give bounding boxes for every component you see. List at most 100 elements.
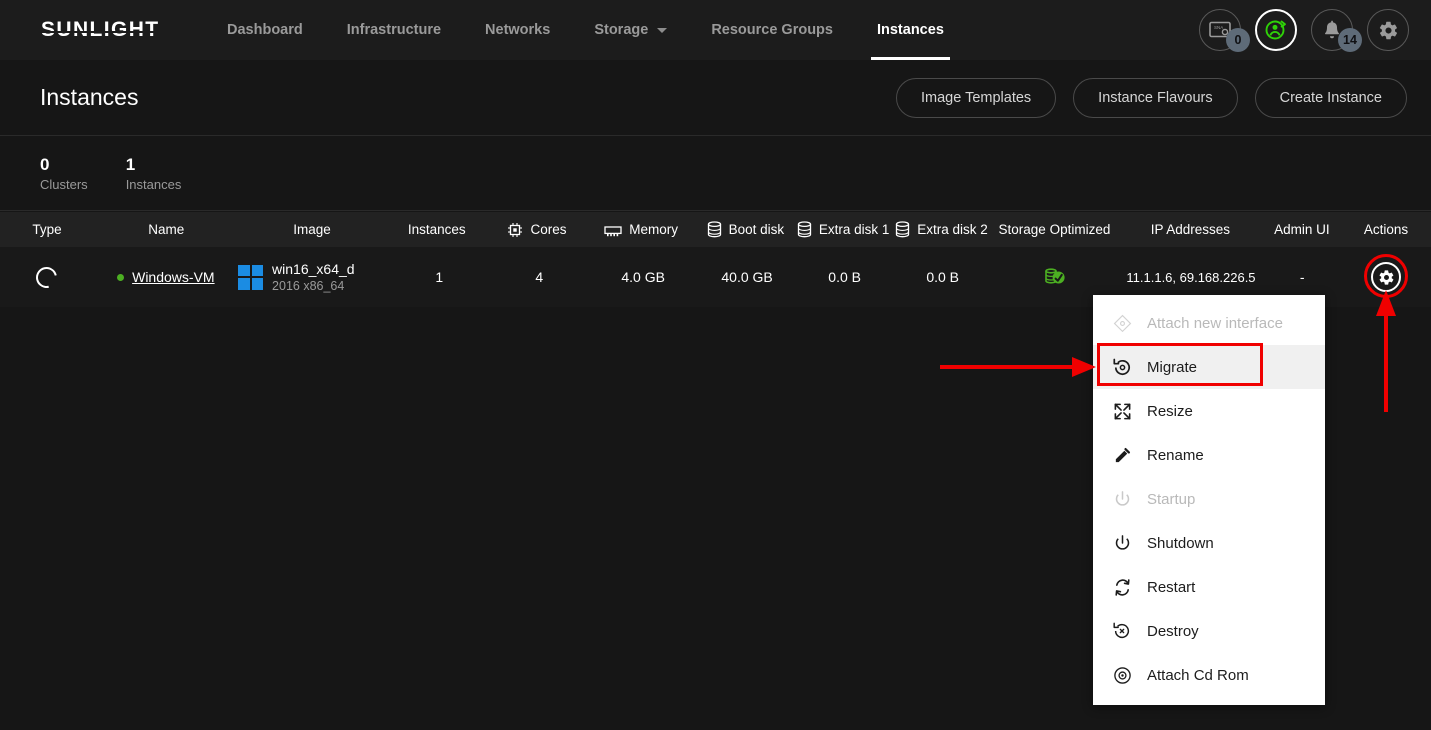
annotation-arrow-vertical (1376, 290, 1396, 412)
image-name: win16_x64_d (272, 260, 355, 277)
column-header-type[interactable]: Type (0, 212, 94, 247)
disk-icon (896, 221, 910, 238)
menu-item-label: Startup (1147, 490, 1196, 508)
menu-item-label: Attach new interface (1147, 314, 1283, 332)
nav-label: Storage (594, 22, 649, 38)
menu-item-label: Attach Cd Rom (1147, 666, 1249, 684)
column-header-name[interactable]: Name (94, 212, 239, 247)
cell-actions (1341, 247, 1431, 307)
logo-text: SUNLIGHT (41, 18, 160, 41)
row-actions-menu: Attach new interface Migrate Resize Rena… (1093, 295, 1325, 705)
column-header-admin-ui[interactable]: Admin UI (1263, 212, 1341, 247)
image-templates-button[interactable]: Image Templates (896, 77, 1057, 118)
column-header-boot-disk[interactable]: Boot disk (696, 212, 794, 247)
column-header-ip-addresses[interactable]: IP Addresses (1118, 212, 1263, 247)
settings-icon-button[interactable] (1367, 9, 1409, 51)
restart-icon (1105, 578, 1139, 597)
cell-extra-disk-2: 0.0 B (926, 269, 960, 285)
nav-item-dashboard[interactable]: Dashboard (205, 0, 325, 60)
instances-page: SUNLIGHT Dashboard Infrastructure Networ… (0, 0, 1431, 730)
cell-memory: 4.0 GB (621, 269, 665, 285)
menu-item-label: Shutdown (1147, 534, 1214, 552)
nav-item-networks[interactable]: Networks (463, 0, 572, 60)
sunlight-logo[interactable]: SUNLIGHT (41, 18, 169, 41)
page-title: Instances (40, 84, 139, 110)
nav-items: Dashboard Infrastructure Networks Storag… (205, 0, 966, 60)
menu-item-label: Migrate (1147, 358, 1198, 376)
column-label: Type (32, 222, 62, 237)
cell-instances: 1 (435, 269, 444, 285)
nav-item-instances[interactable]: Instances (855, 0, 966, 60)
instance-name-link[interactable]: Windows-VM (132, 269, 214, 285)
column-label: Cores (530, 222, 567, 237)
column-label: Actions (1363, 222, 1409, 237)
row-actions-gear-button[interactable] (1371, 262, 1402, 292)
status-badge (117, 273, 125, 281)
nav-label: Infrastructure (346, 22, 442, 38)
column-label: Instances (407, 222, 466, 237)
svg-text:SNA: SNA (1214, 25, 1223, 30)
column-label: IP Addresses (1150, 222, 1231, 237)
column-header-extra-disk-1[interactable]: Extra disk 1 (794, 212, 892, 247)
column-header-memory[interactable]: Memory (586, 212, 697, 247)
instance-flavours-button[interactable]: Instance Flavours (1073, 77, 1238, 118)
column-header-extra-disk-2[interactable]: Extra disk 2 (892, 212, 991, 247)
column-header-image[interactable]: Image (239, 212, 386, 247)
column-label: Admin UI (1274, 222, 1330, 237)
menu-item-shutdown[interactable]: Shutdown (1093, 521, 1325, 565)
nav-label: Resource Groups (711, 22, 833, 38)
windows-logo-icon (238, 264, 264, 290)
menu-item-destroy[interactable]: Destroy (1093, 609, 1325, 653)
cell-extra-disk-1: 0.0 B (828, 269, 861, 285)
menu-item-label: Restart (1147, 578, 1196, 596)
power-icon (1105, 490, 1139, 509)
disk-icon (707, 221, 721, 238)
nav-item-resource-groups[interactable]: Resource Groups (689, 0, 855, 60)
column-header-cores[interactable]: Cores (488, 212, 586, 247)
destroy-icon (1105, 621, 1139, 641)
pencil-icon (1105, 446, 1139, 465)
column-header-instances[interactable]: Instances (385, 212, 488, 247)
cdrom-icon (1105, 666, 1139, 685)
power-icon (1105, 534, 1139, 553)
column-label: Extra disk 1 (818, 222, 890, 237)
column-header-storage-optimized[interactable]: Storage Optimized (991, 212, 1118, 247)
column-label: Memory (629, 222, 679, 237)
stat-label: Instances (125, 176, 182, 192)
notifications-icon-button[interactable]: 14 (1311, 9, 1362, 52)
bottom-bar (0, 708, 1431, 730)
menu-item-attach-cd-rom[interactable]: Attach Cd Rom (1093, 653, 1325, 697)
menu-item-startup[interactable]: Startup (1093, 477, 1325, 521)
attach-interface-icon (1105, 314, 1139, 333)
chevron-down-icon (657, 27, 668, 33)
column-label: Extra disk 2 (917, 222, 988, 237)
menu-item-attach-new-interface[interactable]: Attach new interface (1093, 301, 1325, 345)
column-label: Storage Optimized (998, 222, 1111, 237)
nav-label: Networks (485, 22, 551, 38)
menu-item-rename[interactable]: Rename (1093, 433, 1325, 477)
menu-item-migrate[interactable]: Migrate (1093, 345, 1325, 389)
cell-image: win16_x64_d 2016 x86_64 (238, 247, 388, 307)
nav-item-storage[interactable]: Storage (572, 0, 689, 60)
column-header-actions[interactable]: Actions (1341, 212, 1431, 247)
column-label: Boot disk (728, 222, 785, 237)
console-icon-button[interactable]: SNA 0 (1199, 9, 1250, 52)
menu-item-resize[interactable]: Resize (1093, 389, 1325, 433)
menu-item-restart[interactable]: Restart (1093, 565, 1325, 609)
cell-name: Windows-VM (94, 247, 238, 307)
notifications-badge: 14 (1338, 28, 1362, 52)
create-instance-button[interactable]: Create Instance (1254, 77, 1407, 118)
nav-label: Instances (876, 22, 944, 38)
user-sync-icon (1265, 20, 1286, 40)
nav-item-infrastructure[interactable]: Infrastructure (325, 0, 463, 60)
cell-boot-disk: 40.0 GB (721, 269, 773, 285)
storage-optimized-icon (1045, 268, 1065, 284)
page-action-buttons: Image Templates Instance Flavours Create… (896, 77, 1407, 118)
user-sync-icon-button[interactable] (1255, 9, 1297, 51)
resize-icon (1105, 402, 1139, 421)
stat-value: 1 (125, 154, 136, 174)
logo-cut-decoration (41, 31, 169, 33)
stat-clusters: 0 Clusters (40, 154, 88, 194)
cell-cores: 4 (535, 269, 544, 285)
cell-type (0, 247, 94, 307)
